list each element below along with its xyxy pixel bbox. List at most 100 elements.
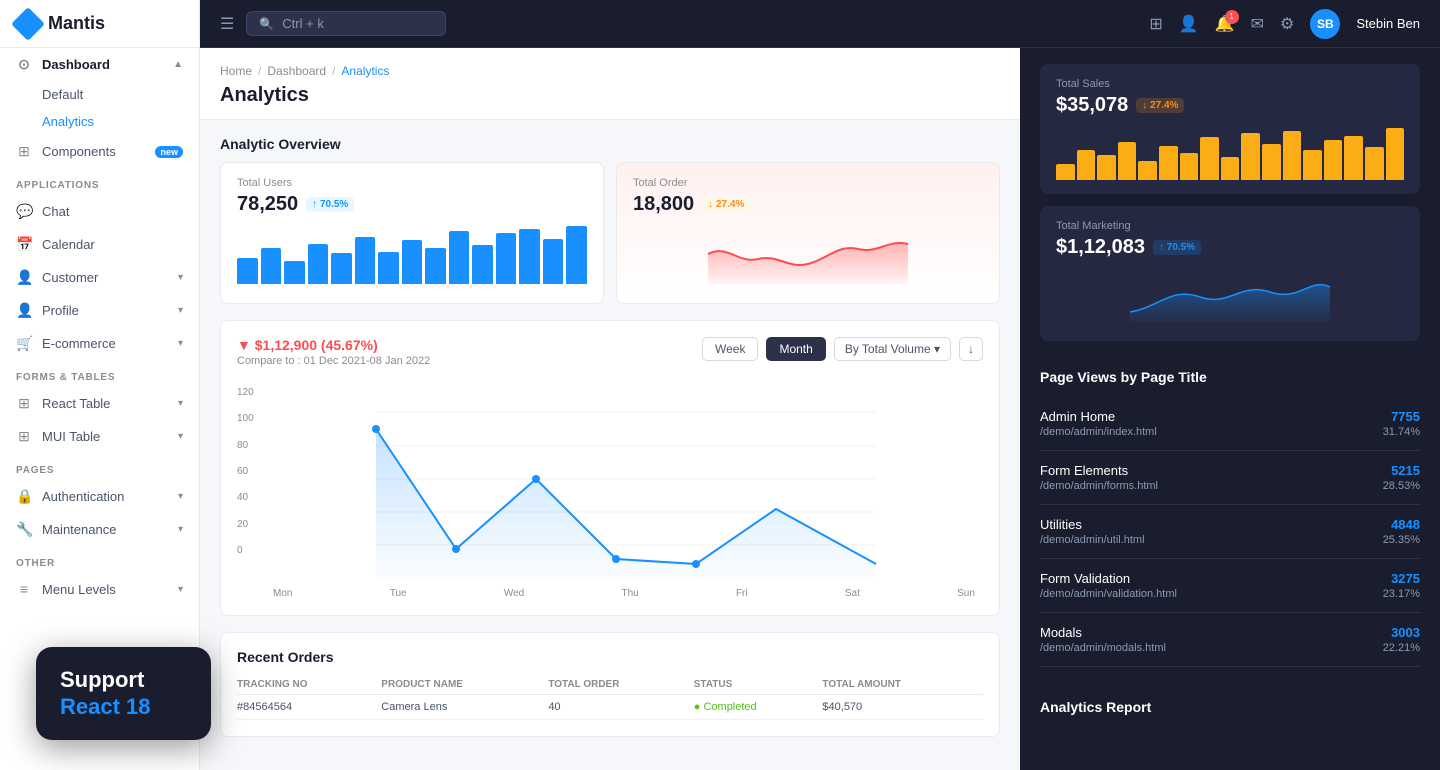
income-stat: ▼ $1,12,900 (45.67%) bbox=[237, 337, 430, 353]
sidebar-item-react-table[interactable]: ⊞ React Table ▾ bbox=[0, 387, 199, 420]
applications-section: Applications bbox=[0, 168, 199, 195]
grid-icon[interactable]: ⊞ bbox=[1149, 14, 1162, 34]
menu-toggle-icon[interactable]: ☰ bbox=[220, 14, 234, 34]
mail-icon[interactable]: ✉ bbox=[1251, 14, 1264, 34]
pv-left: Modals /demo/admin/modals.html bbox=[1040, 625, 1166, 654]
content-split: Home / Dashboard / Analytics Analytics A… bbox=[200, 48, 1440, 770]
chevron-down-icon: ▾ bbox=[178, 524, 183, 535]
week-tab[interactable]: Week bbox=[702, 337, 758, 361]
bar bbox=[1344, 136, 1363, 180]
month-tab[interactable]: Month bbox=[766, 337, 825, 361]
logo-icon bbox=[11, 7, 45, 41]
income-card: ▼ $1,12,900 (45.67%) Compare to : 01 Dec… bbox=[220, 320, 1000, 616]
page-view-item: Utilities /demo/admin/util.html 4848 25.… bbox=[1040, 505, 1420, 559]
income-controls: Week Month By Total Volume ▾ ↓ bbox=[702, 337, 983, 361]
bar bbox=[1118, 142, 1137, 181]
chevron-down-icon: ▾ bbox=[178, 491, 183, 502]
sidebar-item-components[interactable]: ⊞ Components new bbox=[0, 135, 199, 168]
sidebar-item-dashboard[interactable]: ⊙ Dashboard ▲ bbox=[0, 48, 199, 81]
bar bbox=[496, 233, 517, 284]
chevron-down-icon: ▾ bbox=[178, 272, 183, 283]
page-view-item: Admin Home /demo/admin/index.html 7755 3… bbox=[1040, 397, 1420, 451]
stat-badge: ↑ 70.5% bbox=[306, 197, 354, 212]
sidebar-item-customer[interactable]: 👤 Customer ▾ bbox=[0, 261, 199, 294]
username: Stebin Ben bbox=[1356, 16, 1420, 31]
pv-title: Utilities bbox=[1040, 517, 1145, 532]
pv-right: 3275 23.17% bbox=[1383, 571, 1420, 600]
download-btn[interactable]: ↓ bbox=[959, 337, 983, 361]
sidebar-item-label: Customer bbox=[42, 270, 98, 285]
sidebar-item-calendar[interactable]: 📅 Calendar bbox=[0, 228, 199, 261]
page-view-item: Form Elements /demo/admin/forms.html 521… bbox=[1040, 451, 1420, 505]
volume-select[interactable]: By Total Volume ▾ bbox=[834, 337, 951, 361]
sidebar-item-ecommerce[interactable]: 🛒 E-commerce ▾ bbox=[0, 327, 199, 360]
search-box[interactable]: 🔍 bbox=[246, 11, 446, 36]
sidebar-item-mui-table[interactable]: ⊞ MUI Table ▾ bbox=[0, 420, 199, 453]
pv-title: Modals bbox=[1040, 625, 1166, 640]
bar bbox=[566, 226, 587, 285]
avatar[interactable]: SB bbox=[1310, 9, 1340, 39]
stat-cards: Total Users 78,250 ↑ 70.5% Total Order 1… bbox=[200, 162, 1020, 320]
pv-count: 3275 bbox=[1383, 571, 1420, 586]
dark-stat-label: Total Sales bbox=[1056, 78, 1404, 90]
bar bbox=[237, 258, 258, 284]
bar bbox=[1221, 157, 1240, 180]
pv-url: /demo/admin/modals.html bbox=[1040, 642, 1166, 654]
sidebar-logo: Mantis bbox=[0, 0, 199, 48]
analytics-report-title: Analytics Report bbox=[1020, 683, 1440, 719]
sidebar-item-chat[interactable]: 💬 Chat bbox=[0, 195, 199, 228]
dark-stat-section: Total Sales $35,078 ↓ 27.4% Total Market… bbox=[1020, 48, 1440, 369]
bar bbox=[1262, 144, 1281, 180]
bar bbox=[1097, 155, 1116, 180]
bar bbox=[543, 239, 564, 285]
other-section: Other bbox=[0, 546, 199, 573]
search-input[interactable] bbox=[282, 16, 433, 31]
app-name: Mantis bbox=[48, 13, 105, 34]
notification-icon[interactable]: 🔔 1 bbox=[1215, 14, 1235, 34]
profile-icon: 👤 bbox=[16, 302, 32, 319]
pv-left: Form Validation /demo/admin/validation.h… bbox=[1040, 571, 1177, 600]
bar bbox=[331, 253, 352, 284]
sidebar-item-profile[interactable]: 👤 Profile ▾ bbox=[0, 294, 199, 327]
sidebar-item-analytics[interactable]: Analytics bbox=[42, 108, 199, 135]
page-views-list: Admin Home /demo/admin/index.html 7755 3… bbox=[1040, 397, 1420, 667]
pv-right: 3003 22.21% bbox=[1383, 625, 1420, 654]
sidebar-item-menu-levels[interactable]: ≡ Menu Levels ▾ bbox=[0, 573, 199, 605]
analytic-overview-title: Analytic Overview bbox=[200, 120, 1020, 162]
dark-stat-number: $35,078 bbox=[1056, 94, 1128, 117]
user-switch-icon[interactable]: 👤 bbox=[1179, 14, 1199, 34]
pv-left: Admin Home /demo/admin/index.html bbox=[1040, 409, 1157, 438]
pv-count: 3003 bbox=[1383, 625, 1420, 640]
breadcrumb-dashboard[interactable]: Dashboard bbox=[267, 64, 326, 78]
pv-left: Form Elements /demo/admin/forms.html bbox=[1040, 463, 1158, 492]
orders-area-chart bbox=[633, 224, 983, 284]
sidebar-item-label: React Table bbox=[42, 396, 110, 411]
breadcrumb-home[interactable]: Home bbox=[220, 64, 252, 78]
pv-pct: 25.35% bbox=[1383, 534, 1420, 546]
chevron-down-icon: ▾ bbox=[178, 338, 183, 349]
settings-icon[interactable]: ⚙ bbox=[1280, 14, 1294, 34]
bar bbox=[308, 244, 329, 284]
pv-left: Utilities /demo/admin/util.html bbox=[1040, 517, 1145, 546]
chat-icon: 💬 bbox=[16, 203, 32, 220]
pv-count: 4848 bbox=[1383, 517, 1420, 532]
sidebar-item-maintenance[interactable]: 🔧 Maintenance ▾ bbox=[0, 513, 199, 546]
dark-stat-badge: ↑ 70.5% bbox=[1153, 240, 1201, 255]
x-axis: Mon Tue Wed Thu Fri Sat Sun bbox=[237, 584, 983, 599]
income-header: ▼ $1,12,900 (45.67%) Compare to : 01 Dec… bbox=[237, 337, 983, 367]
pv-url: /demo/admin/validation.html bbox=[1040, 588, 1177, 600]
bar bbox=[449, 231, 470, 284]
customer-icon: 👤 bbox=[16, 269, 32, 286]
pv-count: 7755 bbox=[1383, 409, 1420, 424]
sidebar-item-authentication[interactable]: 🔒 Authentication ▾ bbox=[0, 480, 199, 513]
sidebar-item-label: Chat bbox=[42, 204, 69, 219]
bar bbox=[1324, 140, 1343, 180]
page-title: Analytics bbox=[220, 84, 1000, 119]
sidebar-item-default[interactable]: Default bbox=[42, 81, 199, 108]
support-bubble[interactable]: Support React 18 bbox=[36, 647, 211, 740]
dark-stat-label: Total Marketing bbox=[1056, 220, 1404, 232]
col-product: Product Name bbox=[381, 675, 548, 695]
sidebar-item-label: Maintenance bbox=[42, 522, 116, 537]
bar bbox=[1056, 164, 1075, 181]
notification-badge: 1 bbox=[1225, 10, 1239, 24]
